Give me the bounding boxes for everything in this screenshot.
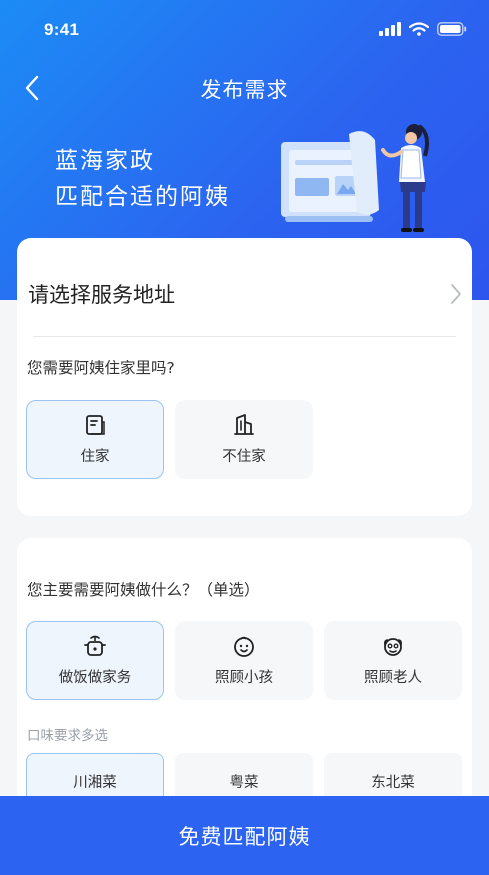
service-question: 您主要需要阿姨做什么？（单选） bbox=[27, 581, 260, 599]
banner-line-2: 匹配合适的阿姨 bbox=[55, 184, 230, 210]
baby-face-icon bbox=[234, 636, 254, 657]
elder-face-icon bbox=[384, 638, 402, 656]
banner-line-1: 蓝海家政 bbox=[55, 148, 155, 174]
battery-icon bbox=[437, 22, 467, 36]
address-selector[interactable]: 请选择服务地址 bbox=[27, 266, 462, 322]
chevron-right-icon bbox=[451, 284, 461, 304]
option-label: 住家 bbox=[80, 449, 110, 465]
divider bbox=[33, 336, 456, 337]
option-childcare[interactable]: 照顾小孩 bbox=[175, 621, 313, 700]
option-label: 照顾小孩 bbox=[215, 670, 273, 686]
option-not-live-in[interactable]: 不住家 bbox=[175, 400, 313, 479]
status-time: 9:41 bbox=[44, 20, 80, 39]
housekeeper-illustration bbox=[281, 124, 429, 232]
wifi-icon bbox=[409, 22, 429, 36]
option-live-in[interactable]: 住家 bbox=[26, 400, 164, 479]
building-icon bbox=[234, 414, 254, 435]
address-card: 请选择服务地址 您需要阿姨住家里吗? 住家 不住家 bbox=[17, 238, 472, 516]
status-icons bbox=[379, 22, 467, 36]
live-in-question: 您需要阿姨住家里吗? bbox=[27, 359, 175, 377]
address-label: 请选择服务地址 bbox=[28, 283, 175, 307]
option-label: 不住家 bbox=[222, 449, 266, 465]
option-label: 照顾老人 bbox=[364, 670, 422, 686]
submit-button[interactable]: 免费匹配阿姨 bbox=[0, 796, 489, 875]
nav-bar: 发布需求 bbox=[0, 66, 489, 110]
option-label: 做饭做家务 bbox=[58, 670, 132, 686]
option-eldercare[interactable]: 照顾老人 bbox=[324, 621, 462, 700]
option-cooking-housework[interactable]: 做饭做家务 bbox=[26, 621, 164, 700]
signal-icon bbox=[379, 22, 401, 36]
status-bar: 9:41 bbox=[0, 0, 489, 60]
cooking-pot-icon bbox=[84, 635, 106, 656]
page-title: 发布需求 bbox=[200, 78, 289, 102]
service-card: 您主要需要阿姨做什么？（单选） 做饭做家务 照顾小孩 照顾老人 口味要求多选 川… bbox=[17, 538, 472, 828]
document-icon bbox=[86, 415, 105, 435]
taste-label: 口味要求多选 bbox=[27, 728, 108, 744]
